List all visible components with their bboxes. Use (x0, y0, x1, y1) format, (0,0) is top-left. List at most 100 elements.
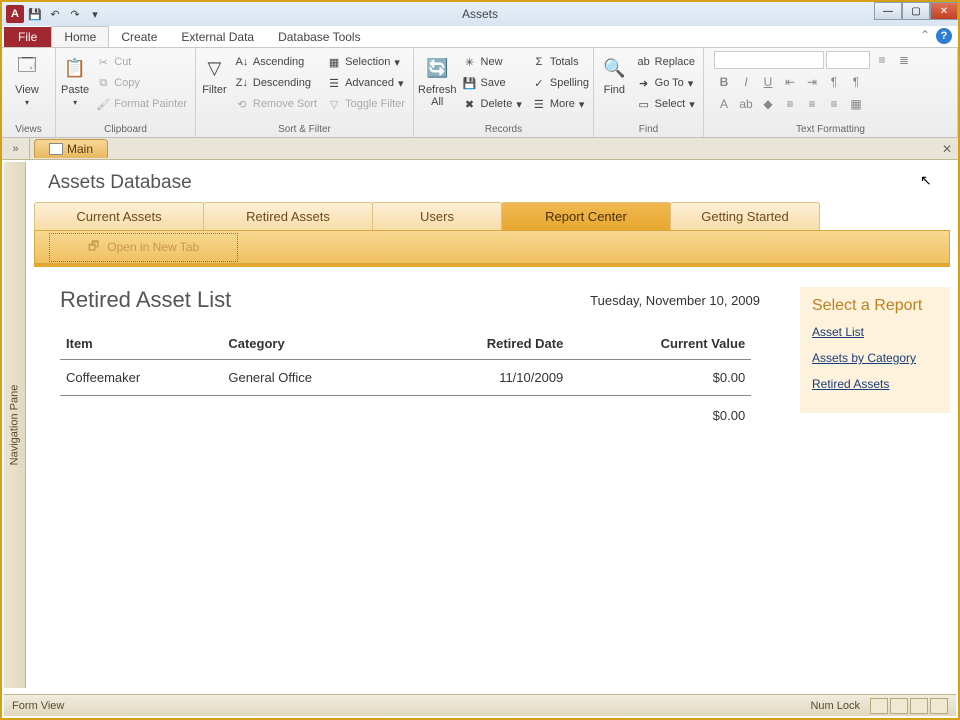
ribbon: 🗔 View ▾ Views 📋 Paste ▾ ✂Cut ⧉Copy 🖌For… (2, 48, 958, 138)
gridlines-icon[interactable]: ▦ (846, 95, 866, 113)
navpane-expand-icon[interactable]: » (2, 138, 30, 159)
italic-icon[interactable]: I (736, 73, 756, 91)
file-tab[interactable]: File (4, 27, 51, 47)
close-button[interactable]: ✕ (930, 2, 958, 20)
datasheet-view-icon[interactable] (890, 698, 908, 714)
qat-redo-icon[interactable]: ↷ (66, 5, 84, 23)
report-side-panel: Select a Report Asset List Assets by Cat… (800, 287, 950, 413)
rtl-icon[interactable]: ¶ (846, 73, 866, 91)
descending-button[interactable]: Z↓Descending (231, 73, 321, 93)
spelling-button[interactable]: ✓Spelling (528, 73, 593, 93)
select-button[interactable]: ▭Select ▾ (633, 94, 699, 114)
find-button[interactable]: 🔍 Find (598, 50, 631, 96)
document-tab-bar: » Main ✕ (2, 138, 958, 160)
tab-external-data[interactable]: External Data (169, 27, 266, 47)
select-icon: ▭ (637, 97, 651, 111)
table-total-row: $0.00 (60, 396, 751, 434)
indent-increase-icon[interactable]: ⇥ (802, 73, 822, 91)
design-view-icon[interactable] (930, 698, 948, 714)
underline-icon[interactable]: U (758, 73, 778, 91)
advanced-button[interactable]: ☰Advanced ▾ (323, 73, 409, 93)
highlight-icon[interactable]: ab (736, 95, 756, 113)
cell-category: General Office (222, 360, 402, 396)
totals-button[interactable]: ΣTotals (528, 52, 593, 72)
app-icon[interactable]: A (6, 5, 24, 23)
selection-icon: ▦ (327, 55, 341, 69)
status-left: Form View (12, 700, 64, 712)
save-icon: 💾 (463, 76, 477, 90)
link-assets-by-category[interactable]: Assets by Category (812, 351, 938, 365)
bullets-icon[interactable]: ≡ (872, 51, 892, 69)
ascending-button[interactable]: A↓Ascending (231, 52, 321, 72)
help-icon[interactable]: ? (936, 28, 952, 44)
delete-button[interactable]: ✖Delete ▾ (459, 94, 526, 114)
align-left-icon[interactable]: ≡ (780, 95, 800, 113)
status-numlock: Num Lock (810, 700, 860, 712)
ltr-icon[interactable]: ¶ (824, 73, 844, 91)
minimize-button[interactable]: — (874, 2, 902, 20)
remove-sort-button[interactable]: ⟲Remove Sort (231, 94, 321, 114)
main-content: Assets Database Current Assets Retired A… (30, 162, 954, 690)
view-shortcuts (870, 698, 948, 714)
delete-icon: ✖ (463, 97, 477, 111)
filter-button[interactable]: ▽ Filter (200, 50, 229, 96)
view-button[interactable]: 🗔 View ▾ (6, 50, 48, 107)
form-icon (49, 143, 63, 155)
copy-button[interactable]: ⧉Copy (92, 73, 191, 93)
ribbon-minimize-icon[interactable]: ⌃ (920, 28, 930, 44)
selection-button[interactable]: ▦Selection ▾ (323, 52, 409, 72)
goto-button[interactable]: ➜Go To ▾ (633, 73, 699, 93)
tab-users[interactable]: Users (372, 202, 502, 230)
report-table: Item Category Retired Date Current Value… (60, 328, 751, 433)
align-center-icon[interactable]: ≡ (802, 95, 822, 113)
bold-icon[interactable]: B (714, 73, 734, 91)
qat-undo-icon[interactable]: ↶ (46, 5, 64, 23)
align-right-icon[interactable]: ≡ (824, 95, 844, 113)
remove-sort-icon: ⟲ (235, 97, 249, 111)
open-in-new-tab-button[interactable]: 🗗 Open in New Tab (49, 233, 238, 262)
font-color-icon[interactable]: A (714, 95, 734, 113)
document-tab-main[interactable]: Main (34, 139, 108, 158)
quick-access-toolbar: A 💾 ↶ ↷ ▾ (2, 5, 108, 23)
navigation-pane-collapsed[interactable]: Navigation Pane (4, 162, 26, 688)
tab-create[interactable]: Create (109, 27, 169, 47)
tab-report-center[interactable]: Report Center (501, 202, 671, 230)
brush-icon: 🖌 (96, 97, 110, 111)
fill-color-icon[interactable]: ◆ (758, 95, 778, 113)
goto-icon: ➜ (637, 76, 651, 90)
filter-icon: ▽ (200, 54, 228, 82)
paste-icon: 📋 (61, 54, 89, 82)
refresh-all-button[interactable]: 🔄 Refresh All (418, 50, 457, 108)
link-asset-list[interactable]: Asset List (812, 325, 938, 339)
more-button[interactable]: ☰More ▾ (528, 94, 593, 114)
maximize-button[interactable]: ▢ (902, 2, 930, 20)
tab-retired-assets[interactable]: Retired Assets (203, 202, 373, 230)
paste-button[interactable]: 📋 Paste ▾ (60, 50, 90, 107)
layout-view-icon[interactable] (910, 698, 928, 714)
numbering-icon[interactable]: ≣ (894, 51, 914, 69)
new-button[interactable]: ✳New (459, 52, 526, 72)
replace-button[interactable]: abReplace (633, 52, 699, 72)
document-close-icon[interactable]: ✕ (942, 142, 952, 156)
main-tab-strip: Current Assets Retired Assets Users Repo… (34, 202, 954, 230)
indent-decrease-icon[interactable]: ⇤ (780, 73, 800, 91)
cut-button[interactable]: ✂Cut (92, 52, 191, 72)
font-combo[interactable] (714, 51, 824, 69)
find-icon: 🔍 (600, 54, 628, 82)
tab-database-tools[interactable]: Database Tools (266, 27, 373, 47)
font-size-combo[interactable] (826, 51, 870, 69)
format-painter-button[interactable]: 🖌Format Painter (92, 94, 191, 114)
tab-current-assets[interactable]: Current Assets (34, 202, 204, 230)
link-retired-assets[interactable]: Retired Assets (812, 377, 938, 391)
tab-home[interactable]: Home (51, 26, 109, 47)
copy-icon: ⧉ (96, 76, 110, 90)
qat-save-icon[interactable]: 💾 (26, 5, 44, 23)
form-view-icon[interactable] (870, 698, 888, 714)
col-category: Category (222, 328, 402, 360)
toggle-filter-button[interactable]: ▽Toggle Filter (323, 94, 409, 114)
totals-icon: Σ (532, 55, 546, 69)
tab-getting-started[interactable]: Getting Started (670, 202, 820, 230)
window-controls: — ▢ ✕ (874, 2, 958, 20)
qat-customize-icon[interactable]: ▾ (86, 5, 104, 23)
save-button[interactable]: 💾Save (459, 73, 526, 93)
